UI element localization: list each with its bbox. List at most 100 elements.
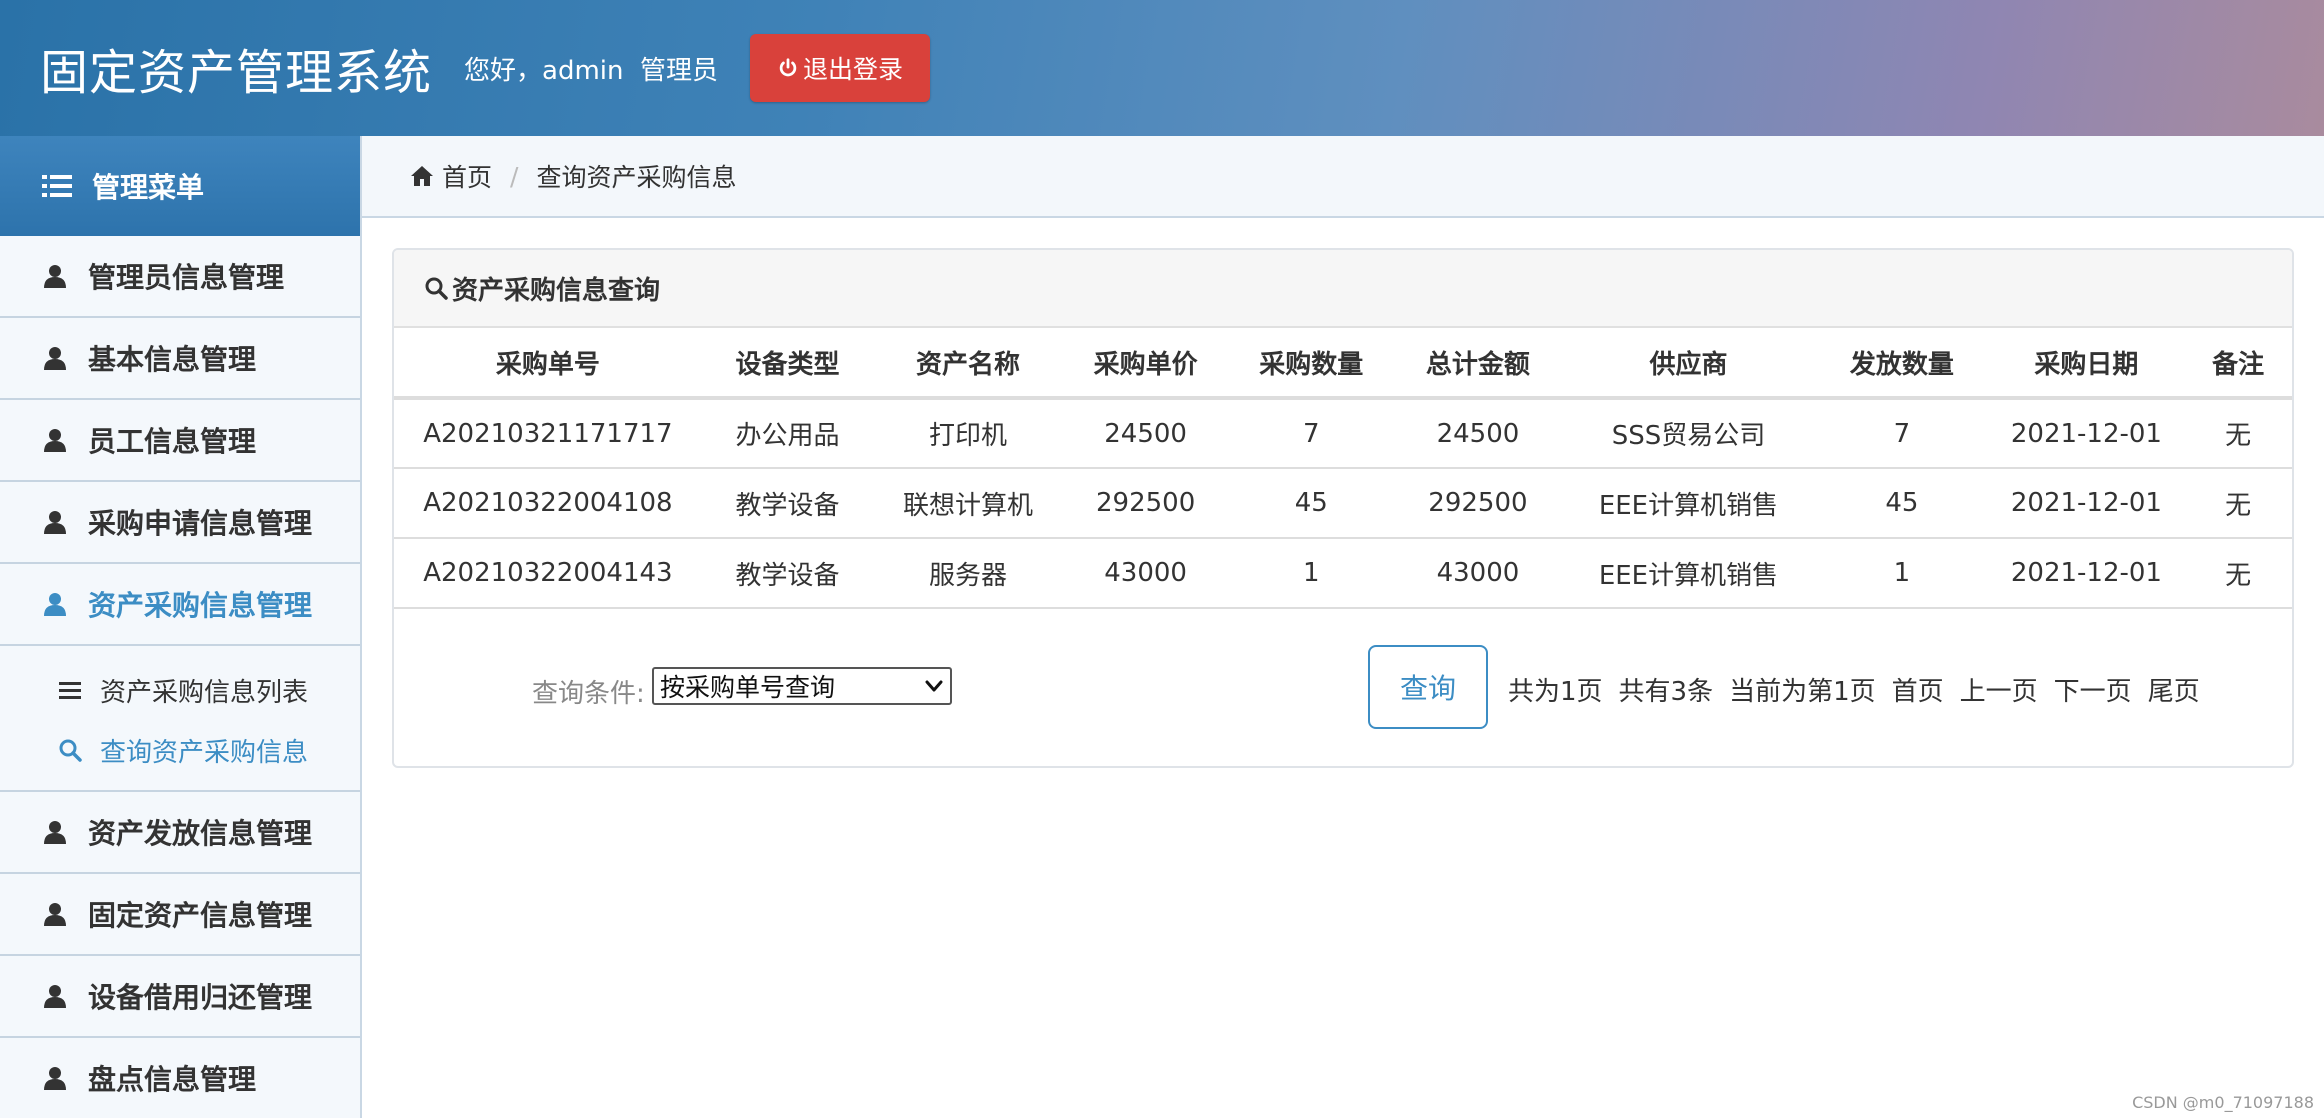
table-cell: 7 [1228,398,1395,469]
user-greeting: 您好，admin 管理员 [464,55,719,86]
app-title: 固定资产管理系统 [40,45,433,101]
condition-select-value: 按采购单号查询 [660,673,836,702]
sidebar: 管理菜单 管理员信息管理 基本信息管理 员工信息管理 采购申请信息管理 资产采购… [0,136,362,1118]
column-header: 资产名称 [873,328,1063,400]
sidebar-item-label: 采购申请信息管理 [88,507,313,540]
pagination: 共为1页 共有3条 当前为第1页 首页 上一页 下一页 尾页 [1508,671,2200,708]
top-header: 固定资产管理系统 您好，admin 管理员 退出登录 [0,0,2324,136]
table-cell: 292500 [1394,468,1562,539]
column-header: 采购单号 [394,328,702,400]
sidebar-item-purchase-request[interactable]: 采购申请信息管理 [0,482,360,564]
breadcrumb-current: 查询资产采购信息 [536,163,737,192]
sidebar-item-fixed-assets[interactable]: 固定资产信息管理 [0,874,360,956]
breadcrumb: 首页 / 查询资产采购信息 [362,136,2324,218]
user-icon [44,985,66,1008]
purchase-table: 采购单号 设备类型 资产名称 采购单价 采购数量 总计金额 供应商 发放数量 采… [394,328,2292,609]
sidebar-item-label: 资产发放信息管理 [88,817,313,850]
table-cell: 45 [1228,468,1395,539]
submenu-asset-purchase: 资产采购信息列表 查询资产采购信息 [0,646,360,792]
table-row: A20210322004108 教学设备 联想计算机 292500 45 292… [394,468,2292,539]
query-button[interactable]: 查询 [1368,645,1488,729]
table-cell: 24500 [1062,398,1229,469]
table-cell: SSS贸易公司 [1561,398,1816,469]
table-cell: 7 [1815,398,1989,469]
sidebar-item-admin-info[interactable]: 管理员信息管理 [0,236,360,318]
pager-prev-link[interactable]: 上一页 [1960,671,2038,708]
breadcrumb-separator: / [510,161,519,191]
sidebar-item-equipment-borrow[interactable]: 设备借用归还管理 [0,956,360,1038]
logout-label: 退出登录 [803,55,904,84]
user-icon [44,429,66,452]
table-cell: 办公用品 [701,398,874,469]
table-cell: 43000 [1394,538,1562,609]
panel-title: 资产采购信息查询 [452,275,661,306]
query-footer: 查询条件: 按采购单号查询 查询 共为1页 共有3条 当前为第1页 首页 上一页… [394,609,2292,766]
table-cell: 教学设备 [701,538,874,609]
table-header-row: 采购单号 设备类型 资产名称 采购单价 采购数量 总计金额 供应商 发放数量 采… [394,328,2292,400]
menu-header: 管理菜单 [0,136,360,236]
pager-last-link[interactable]: 尾页 [2148,671,2200,708]
sidebar-item-label: 资产采购信息管理 [88,589,313,622]
column-header: 发放数量 [1815,328,1989,400]
sidebar-item-label: 管理员信息管理 [88,261,285,294]
bars-icon [59,682,81,699]
column-header: 备注 [2184,328,2292,400]
table-cell: 无 [2184,538,2292,609]
sidebar-item-basic-info[interactable]: 基本信息管理 [0,318,360,400]
column-header: 总计金额 [1394,328,1562,400]
user-icon [44,265,66,288]
table-row: A20210321171717 办公用品 打印机 24500 7 24500 S… [394,398,2292,469]
table-cell: A20210321171717 [394,398,702,469]
user-icon [44,347,66,370]
breadcrumb-home[interactable]: 首页 [442,158,492,194]
sidebar-item-inventory[interactable]: 盘点信息管理 [0,1038,360,1118]
watermark: CSDN @m0_71097188 [2132,1093,2314,1112]
column-header: 供应商 [1561,328,1816,400]
table-cell: 打印机 [873,398,1063,469]
pager-first-link[interactable]: 首页 [1892,671,1944,708]
table-cell: 45 [1815,468,1989,539]
sidebar-item-asset-purchase[interactable]: 资产采购信息管理 [0,564,360,646]
table-cell: 无 [2184,468,2292,539]
column-header: 采购日期 [1988,328,2185,400]
sidebar-item-employee-info[interactable]: 员工信息管理 [0,400,360,482]
table-cell: 服务器 [873,538,1063,609]
table-row: A20210322004143 教学设备 服务器 43000 1 43000 E… [394,538,2292,609]
home-icon [411,166,433,186]
table-cell: 联想计算机 [873,468,1063,539]
table-cell: 无 [2184,398,2292,469]
logout-button[interactable]: 退出登录 [750,34,931,102]
table-cell: A20210322004108 [394,468,702,539]
sidebar-item-label: 员工信息管理 [88,425,257,458]
user-icon [44,1067,66,1090]
sidebar-item-label: 基本信息管理 [88,343,257,376]
column-header: 设备类型 [701,328,874,400]
table-cell: 教学设备 [701,468,874,539]
pager-total-records: 共有3条 [1618,677,1714,707]
pager-next-link[interactable]: 下一页 [2054,671,2132,708]
condition-select[interactable]: 按采购单号查询 [652,667,952,705]
submenu-item-purchase-query[interactable]: 查询资产采购信息 [0,720,360,780]
query-panel: 资产采购信息查询 采购单号 设备类型 资产名称 采购单价 采购数量 总计金额 供… [392,248,2294,768]
table-cell: EEE计算机销售 [1561,468,1816,539]
search-icon [425,277,448,300]
pager-current-page: 当前为第1页 [1729,677,1876,707]
menu-title: 管理菜单 [92,171,205,204]
sidebar-item-asset-distribution[interactable]: 资产发放信息管理 [0,792,360,874]
table-cell: 1 [1228,538,1395,609]
submenu-item-label: 查询资产采购信息 [100,737,309,768]
user-icon [44,903,66,926]
table-cell: 292500 [1062,468,1229,539]
table-cell: 1 [1815,538,1989,609]
column-header: 采购单价 [1062,328,1229,400]
sidebar-item-label: 固定资产信息管理 [88,899,313,932]
condition-label: 查询条件: [532,679,645,709]
power-icon [779,58,797,77]
sidebar-item-label: 盘点信息管理 [88,1063,257,1096]
chevron-down-icon [925,680,943,692]
table-cell: 43000 [1062,538,1229,609]
submenu-item-purchase-list[interactable]: 资产采购信息列表 [0,660,360,720]
column-header: 采购数量 [1228,328,1395,400]
table-cell: 2021-12-01 [1988,468,2185,539]
submenu-item-label: 资产采购信息列表 [100,677,309,708]
